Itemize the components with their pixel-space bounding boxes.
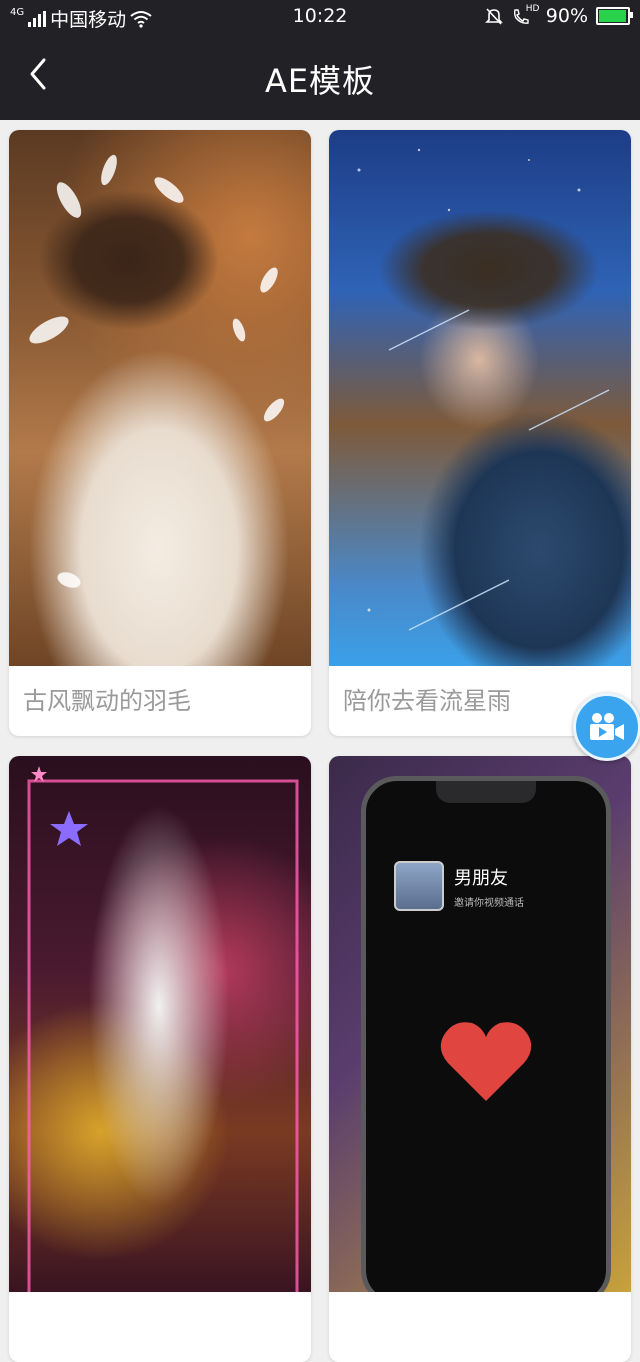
battery-percent: 90% — [545, 5, 588, 27]
template-card[interactable] — [9, 756, 311, 1362]
template-grid: 古风飘动的羽毛 陪你去看流星雨 男朋友 邀请你视频通话 — [0, 120, 640, 1362]
template-caption: 古风飘动的羽毛 — [23, 687, 191, 715]
status-bar: 4G 中国移动 10:22 HD 90% — [0, 0, 640, 34]
page-title: AE模板 — [264, 62, 376, 100]
template-thumbnail — [9, 756, 311, 1292]
template-caption — [9, 1292, 311, 1362]
template-card[interactable]: 男朋友 邀请你视频通话 — [329, 756, 631, 1362]
template-thumbnail — [9, 130, 311, 666]
contact-status: 邀请你视频通话 — [454, 897, 524, 909]
phone-mockup: 男朋友 邀请你视频通话 — [361, 776, 611, 1292]
neon-frame-decoration — [27, 766, 299, 1292]
meteor-decoration — [357, 148, 610, 631]
template-thumbnail — [329, 130, 631, 666]
hd-label: HD — [525, 4, 540, 14]
battery-fill — [599, 10, 626, 22]
status-right: HD 90% — [484, 4, 633, 27]
template-card[interactable]: 陪你去看流星雨 — [329, 130, 631, 736]
feathers-decoration — [29, 154, 285, 588]
hd-call-icon: HD — [512, 4, 540, 26]
template-thumbnail: 男朋友 邀请你视频通话 — [329, 756, 631, 1292]
heart-icon — [440, 1022, 532, 1101]
mute-bell-icon — [484, 8, 503, 25]
battery-icon — [596, 7, 633, 25]
nav-bar: AE模板 — [0, 34, 640, 120]
contact-name: 男朋友 — [454, 867, 508, 889]
video-camera-button[interactable] — [573, 693, 640, 761]
template-caption — [329, 1292, 631, 1362]
avatar — [394, 861, 444, 911]
template-card[interactable]: 古风飘动的羽毛 — [9, 130, 311, 736]
incoming-call-contact: 男朋友 邀请你视频通话 — [394, 861, 524, 911]
phone-notch — [436, 781, 536, 803]
video-camera-icon — [590, 713, 624, 740]
